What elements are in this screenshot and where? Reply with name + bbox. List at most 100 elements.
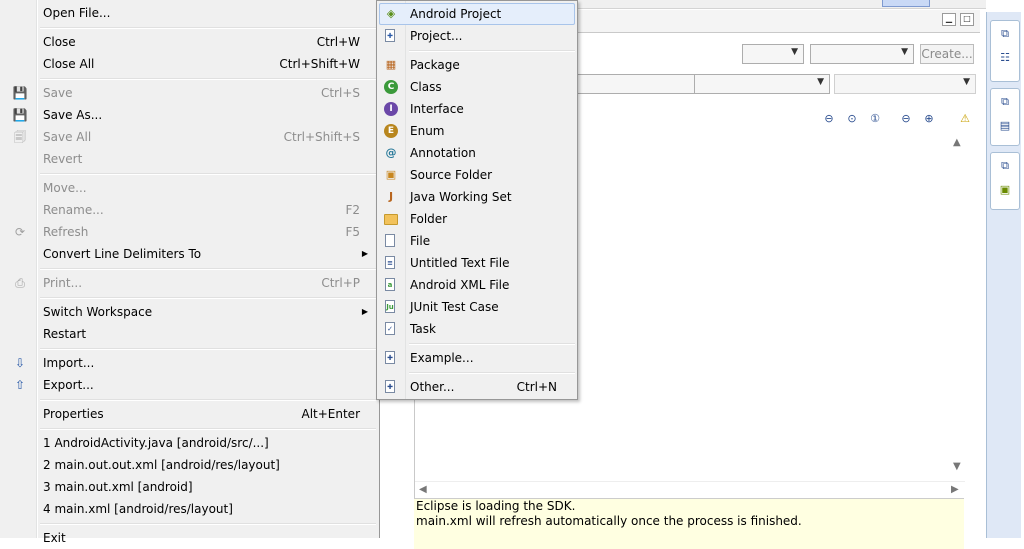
file-menu-item-revert[interactable]: Revert: [38, 148, 378, 170]
config-combo-1[interactable]: ▼: [742, 44, 804, 64]
menu-item-shortcut: F2: [345, 203, 360, 217]
menu-item-label: Source Folder: [410, 168, 493, 182]
refresh-icon: ⟳: [14, 225, 26, 239]
new-menu-item-untitled-text-file[interactable]: ≡ Untitled Text File: [379, 252, 575, 274]
menu-item-label: Close: [43, 35, 76, 49]
file-menu-item-close-all[interactable]: Close All Ctrl+Shift+W: [38, 53, 378, 75]
warning-icon[interactable]: ⚠: [958, 112, 972, 126]
file-menu-item-3-main-out-xml-android[interactable]: 3 main.out.xml [android]: [38, 476, 378, 498]
new-submenu: ◈ Android Project ✚ Project... ▦ Package C Clas…: [376, 0, 578, 400]
restore-icon[interactable]: ⧉: [998, 27, 1012, 41]
new-menu-item-project[interactable]: ✚ Project...: [379, 25, 575, 47]
zoom-fit-icon[interactable]: ⊖: [822, 112, 836, 126]
config-combo-2[interactable]: ▼: [810, 44, 914, 64]
new-menu-item-source-folder[interactable]: ▣ Source Folder: [379, 164, 575, 186]
chevron-down-icon: ▼: [791, 47, 798, 57]
interface-icon: I: [384, 102, 398, 116]
new-menu-item-annotation[interactable]: @ Annotation: [379, 142, 575, 164]
restore-icon[interactable]: ⧉: [998, 95, 1012, 109]
zoom-100-icon[interactable]: ①: [868, 112, 882, 126]
menu-item-label: 2 main.out.out.xml [android/res/layout]: [43, 458, 280, 472]
new-menu-item-junit-test-case[interactable]: Ju JUnit Test Case: [379, 296, 575, 318]
new-menu-item-android-project[interactable]: ◈ Android Project: [379, 3, 575, 25]
menu-item-label: Print...: [43, 276, 83, 290]
file-menu-item-save-all[interactable]: 🗐 Save All Ctrl+Shift+S: [14, 126, 378, 148]
restore-icon[interactable]: ⧉: [998, 159, 1012, 173]
file-menu-item-properties[interactable]: Properties Alt+Enter: [38, 403, 378, 425]
menu-item-label: Project...: [410, 29, 463, 43]
file-menu-item-1-androidactivity-java-android-src[interactable]: 1 AndroidActivity.java [android/src/...]: [38, 432, 378, 454]
new-menu-item-example[interactable]: ✚ Example...: [379, 347, 575, 369]
menu-item-label: Export...: [43, 378, 94, 392]
locale-combo[interactable]: ▼: [834, 74, 976, 94]
device-combo[interactable]: ▼: [694, 74, 830, 94]
new-menu-item-package[interactable]: ▦ Package: [379, 54, 575, 76]
file-menu-item-print[interactable]: ⎙ Print... Ctrl+P: [15, 272, 378, 294]
file-menu-item-import[interactable]: ⇩ Import...: [15, 352, 378, 374]
source-folder-icon: ▣: [385, 168, 397, 181]
menu-item-label: JUnit Test Case: [410, 300, 499, 314]
menu-item-label: Properties: [43, 407, 104, 421]
file-menu-item-open-file[interactable]: Open File...: [38, 2, 378, 24]
file-menu-item-refresh[interactable]: ⟳ Refresh F5: [15, 221, 378, 243]
perspective-button[interactable]: [882, 0, 930, 7]
file-menu-item-convert-line-delimiters-to[interactable]: Convert Line Delimiters To ▶: [38, 243, 378, 265]
submenu-arrow-icon: ▶: [361, 307, 368, 316]
menu-separator: [40, 428, 376, 430]
file-menu-item-rename[interactable]: Rename... F2: [38, 199, 378, 221]
vertical-scrollbar[interactable]: ▲ ▼: [949, 133, 965, 473]
android-device-icon[interactable]: ▣: [998, 183, 1012, 197]
menu-item-label: Open File...: [43, 6, 111, 20]
new-menu-item-other[interactable]: ✚ Other... Ctrl+N: [379, 376, 575, 398]
chevron-down-icon: ▼: [901, 47, 908, 57]
menu-item-label: Class: [410, 80, 442, 94]
file-menu-item-move[interactable]: Move...: [38, 177, 378, 199]
new-menu-item-java-working-set[interactable]: J Java Working Set: [379, 186, 575, 208]
scroll-right-icon[interactable]: ▶: [951, 484, 959, 495]
import-icon: ⇩: [14, 356, 26, 370]
file-icon: [385, 234, 395, 247]
new-menu-item-android-xml-file[interactable]: a Android XML File: [379, 274, 575, 296]
trim-group-1: ⧉ ☷: [990, 20, 1020, 82]
scroll-down-icon[interactable]: ▼: [953, 461, 961, 472]
console-icon[interactable]: ▤: [998, 119, 1012, 133]
zoom-in-icon[interactable]: ⊕: [922, 112, 936, 126]
new-menu-item-folder[interactable]: Folder: [379, 208, 575, 230]
horizontal-scrollbar[interactable]: ◀ ▶: [415, 481, 965, 498]
file-menu-item-close[interactable]: Close Ctrl+W: [38, 31, 378, 53]
file-menu-item-switch-workspace[interactable]: Switch Workspace ▶: [38, 301, 378, 323]
menu-item-label: Convert Line Delimiters To: [43, 247, 202, 261]
new-menu-item-enum[interactable]: E Enum: [379, 120, 575, 142]
project-icon: ✚: [385, 29, 395, 42]
new-menu-item-interface[interactable]: I Interface: [379, 98, 575, 120]
maximize-icon[interactable]: □: [960, 13, 974, 26]
other-icon: ✚: [385, 380, 395, 393]
scroll-left-icon[interactable]: ◀: [419, 484, 427, 495]
minimize-icon[interactable]: ▁: [942, 13, 956, 26]
outline-icon[interactable]: ☷: [998, 51, 1012, 65]
menu-separator: [40, 27, 376, 29]
menu-separator: [40, 348, 376, 350]
file-menu-item-export[interactable]: ⇧ Export...: [15, 374, 378, 396]
menu-item-label: Exit: [43, 531, 66, 545]
working-set-icon: J: [388, 190, 394, 203]
file-menu-item-restart[interactable]: Restart: [38, 323, 378, 345]
menu-item-label: File: [410, 234, 431, 248]
file-menu-item-save-as[interactable]: 💾 Save As...: [13, 104, 378, 126]
file-menu-item-2-main-out-out-xml-android-res-layout[interactable]: 2 main.out.out.xml [android/res/layout]: [38, 454, 378, 476]
new-menu-item-class[interactable]: C Class: [379, 76, 575, 98]
scroll-up-icon[interactable]: ▲: [953, 137, 961, 148]
create-button[interactable]: Create...: [920, 44, 974, 64]
new-menu-item-file[interactable]: File: [379, 230, 575, 252]
menu-item-shortcut: Ctrl+S: [320, 86, 360, 100]
menu-item-label: Import...: [43, 356, 95, 370]
file-menu-item-4-main-xml-android-res-layout[interactable]: 4 main.xml [android/res/layout]: [38, 498, 378, 520]
zoom-real-size-icon[interactable]: ⊙: [845, 112, 859, 126]
file-menu-item-save[interactable]: 💾 Save Ctrl+S: [13, 82, 378, 104]
menu-item-shortcut: Ctrl+W: [316, 35, 360, 49]
file-menu-item-exit[interactable]: Exit: [38, 527, 378, 549]
new-menu-item-task[interactable]: ✓ Task: [379, 318, 575, 340]
zoom-out-icon[interactable]: ⊖: [899, 112, 913, 126]
text-file-icon: ≡: [385, 256, 395, 269]
menu-item-label: Close All: [43, 57, 95, 71]
